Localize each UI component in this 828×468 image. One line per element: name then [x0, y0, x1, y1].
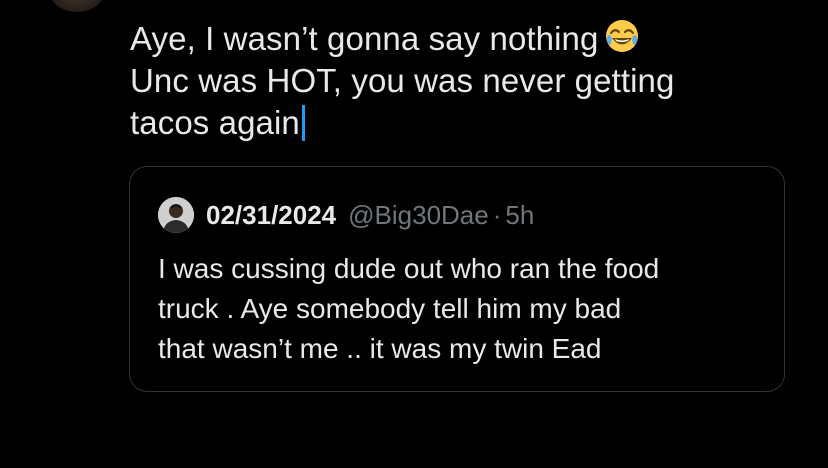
compose-line: tacos again [130, 102, 790, 144]
compose-text-area[interactable]: Aye, I wasn’t gonna say nothing Unc was … [130, 18, 790, 144]
text-cursor [301, 105, 305, 141]
compose-line: Aye, I wasn’t gonna say nothing [130, 18, 790, 60]
meta-separator: · [492, 199, 502, 230]
quoted-handle[interactable]: @Big30Dae [348, 200, 489, 231]
quoted-post-card[interactable]: 02/31/2024 @Big30Dae · 5h I was cussing … [129, 166, 785, 392]
quoted-post-header: 02/31/2024 @Big30Dae · 5h [158, 197, 534, 233]
person-avatar-icon [158, 197, 194, 233]
quoted-author-avatar[interactable] [158, 197, 194, 233]
laughing-emoji-icon [606, 20, 639, 52]
quoted-text-line: I was cussing dude out who ran the food [158, 253, 660, 284]
compose-line-text: tacos again [130, 104, 300, 141]
quoted-timestamp[interactable]: 5h [505, 200, 534, 231]
author-avatar[interactable] [48, 0, 106, 12]
quoted-text-line: that wasn’t me .. it was my twin Ead [158, 333, 602, 364]
compose-line: Unc was HOT, you was never getting [130, 60, 790, 102]
compose-line-text: Aye, I wasn’t gonna say nothing [130, 20, 599, 57]
quoted-display-name[interactable]: 02/31/2024 [206, 200, 336, 231]
quoted-post-text: I was cussing dude out who ran the food … [158, 249, 768, 369]
quoted-text-line: truck . Aye somebody tell him my bad [158, 293, 622, 324]
compose-line-text: Unc was HOT, you was never getting [130, 62, 675, 99]
